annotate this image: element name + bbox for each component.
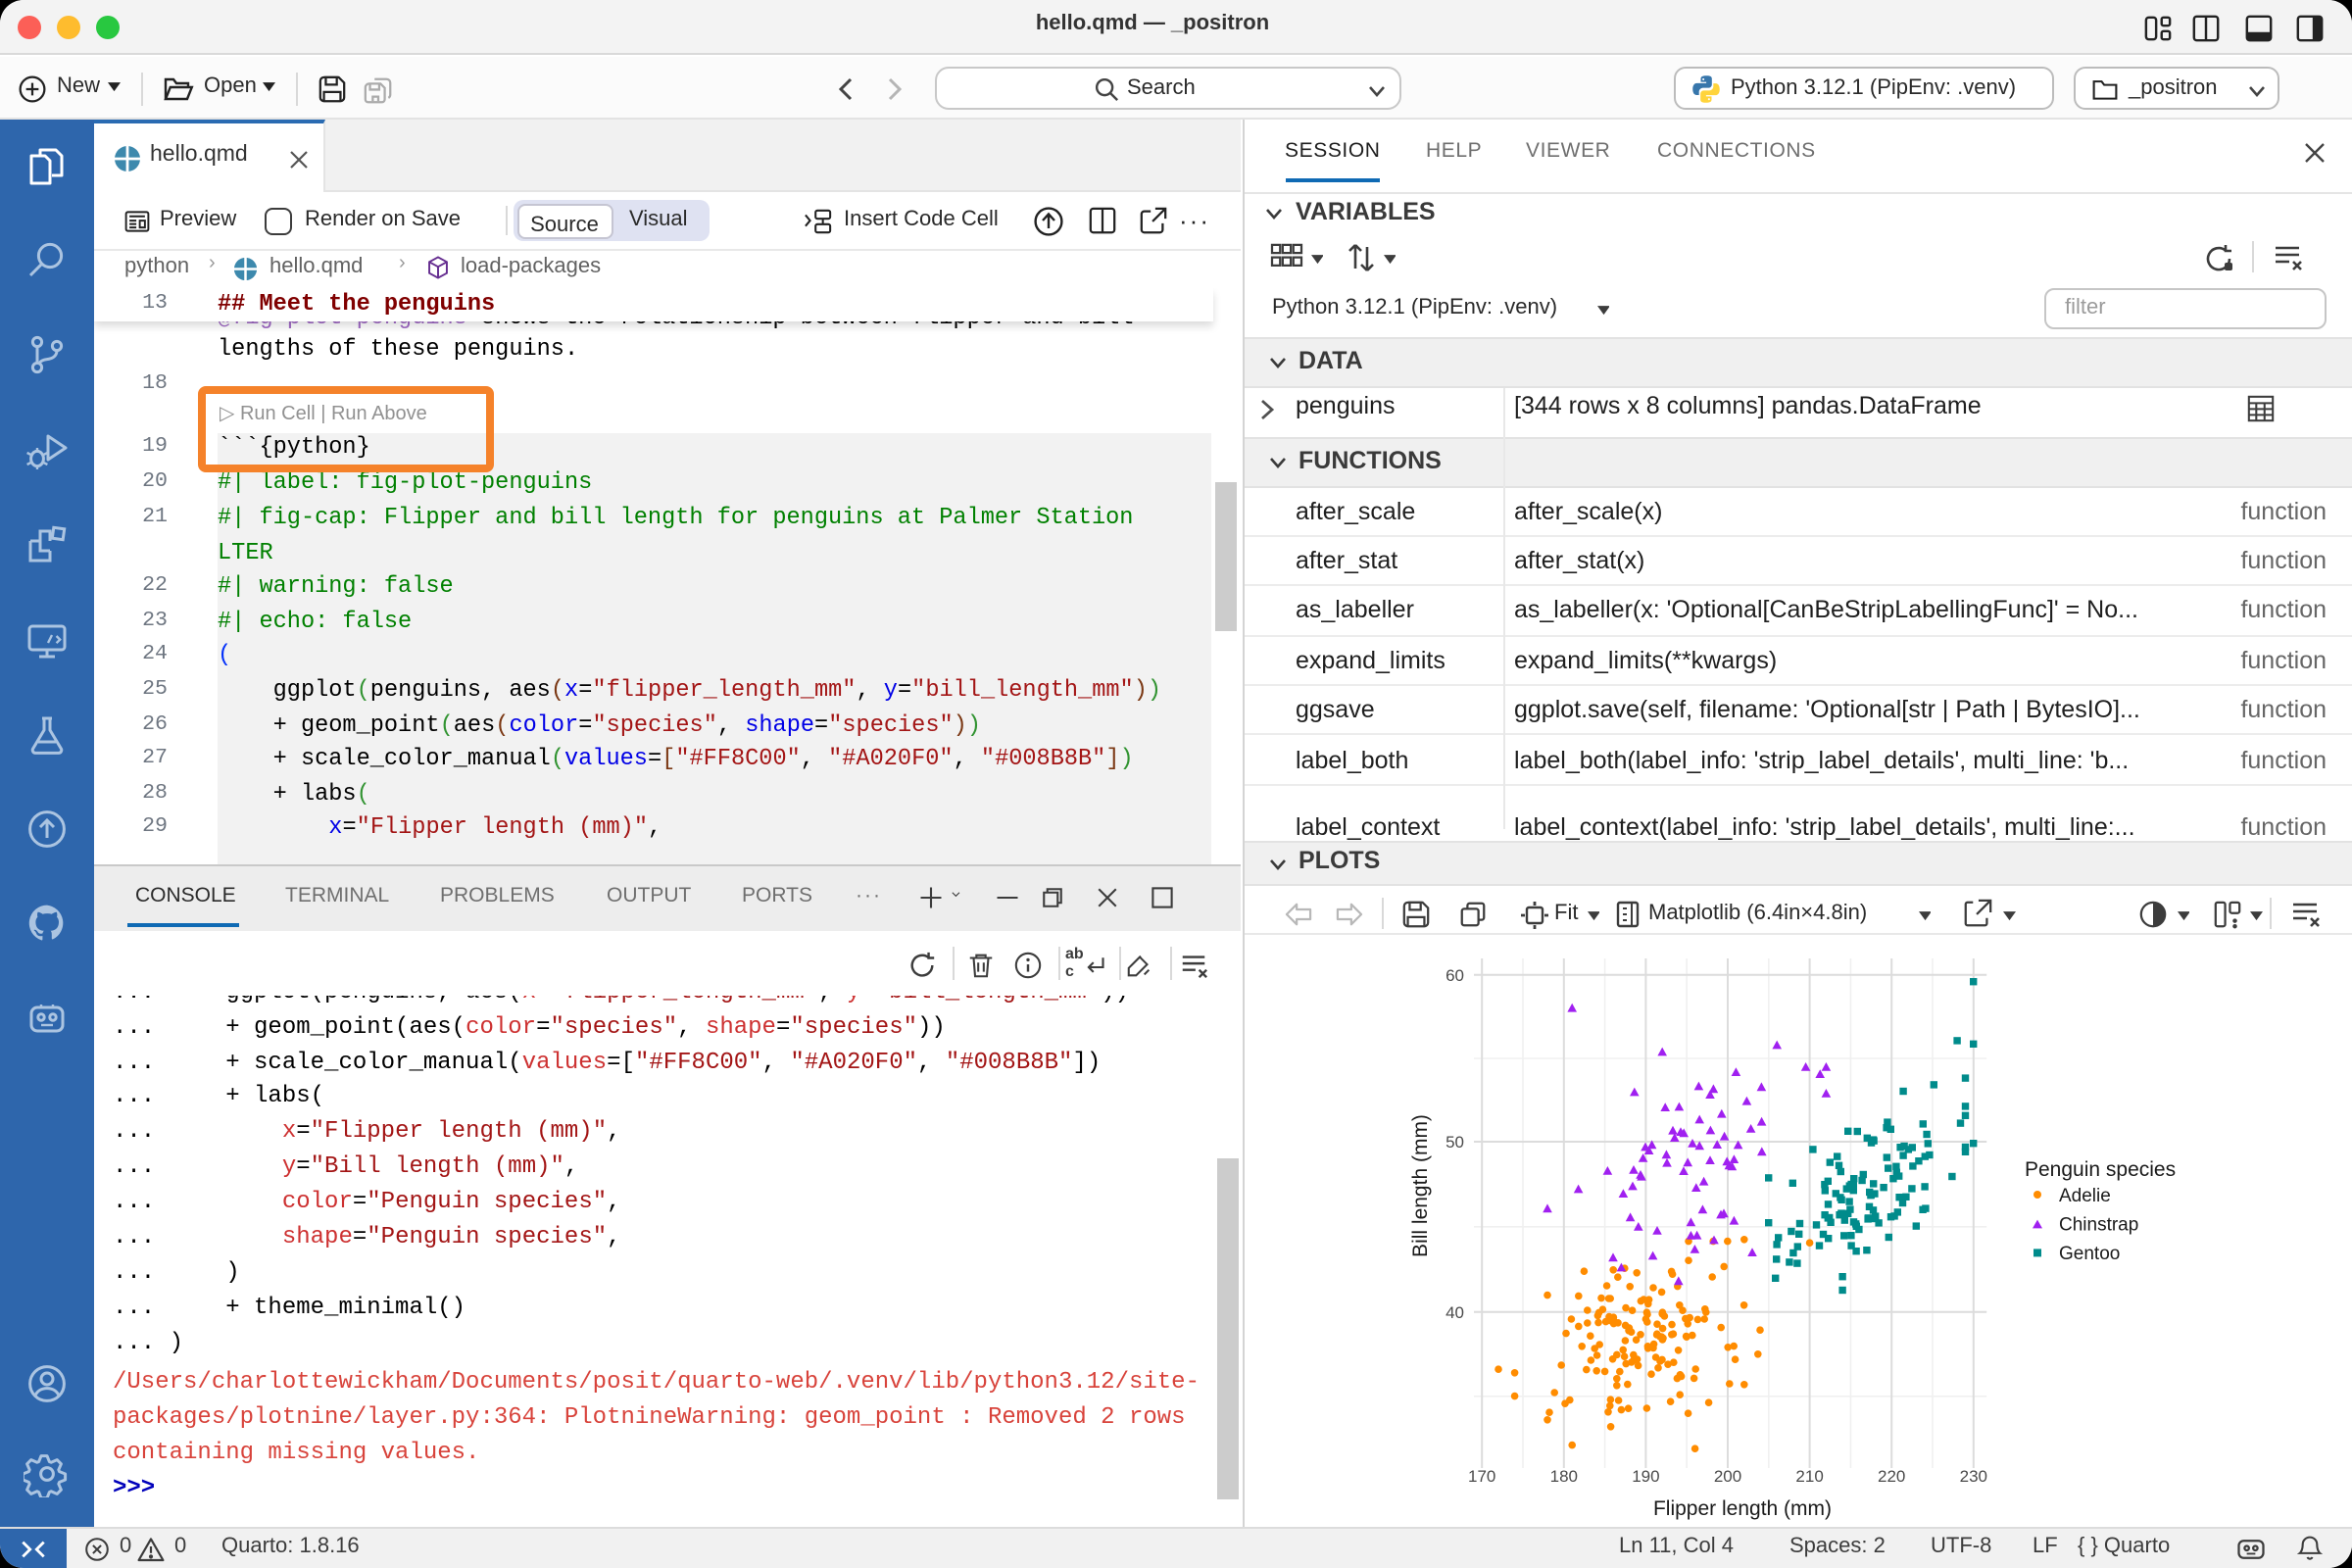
svg-text:210: 210 <box>1794 1467 1822 1486</box>
svg-text:50: 50 <box>1445 1133 1463 1152</box>
svg-text:Bill length (mm): Bill length (mm) <box>1408 1114 1431 1257</box>
svg-text:40: 40 <box>1445 1303 1463 1322</box>
svg-text:Adelie: Adelie <box>2058 1186 2110 1206</box>
svg-text:Flipper length (mm): Flipper length (mm) <box>1652 1497 1831 1520</box>
svg-text:170: 170 <box>1467 1467 1494 1486</box>
svg-text:60: 60 <box>1445 966 1463 985</box>
svg-text:220: 220 <box>1877 1467 1904 1486</box>
svg-text:190: 190 <box>1631 1467 1658 1486</box>
svg-text:180: 180 <box>1549 1467 1577 1486</box>
svg-text:230: 230 <box>1959 1467 1986 1486</box>
svg-text:Gentoo: Gentoo <box>2058 1244 2119 1264</box>
svg-text:Penguin species: Penguin species <box>2024 1158 2175 1181</box>
svg-text:200: 200 <box>1713 1467 1740 1486</box>
svg-text:Chinstrap: Chinstrap <box>2058 1215 2137 1236</box>
